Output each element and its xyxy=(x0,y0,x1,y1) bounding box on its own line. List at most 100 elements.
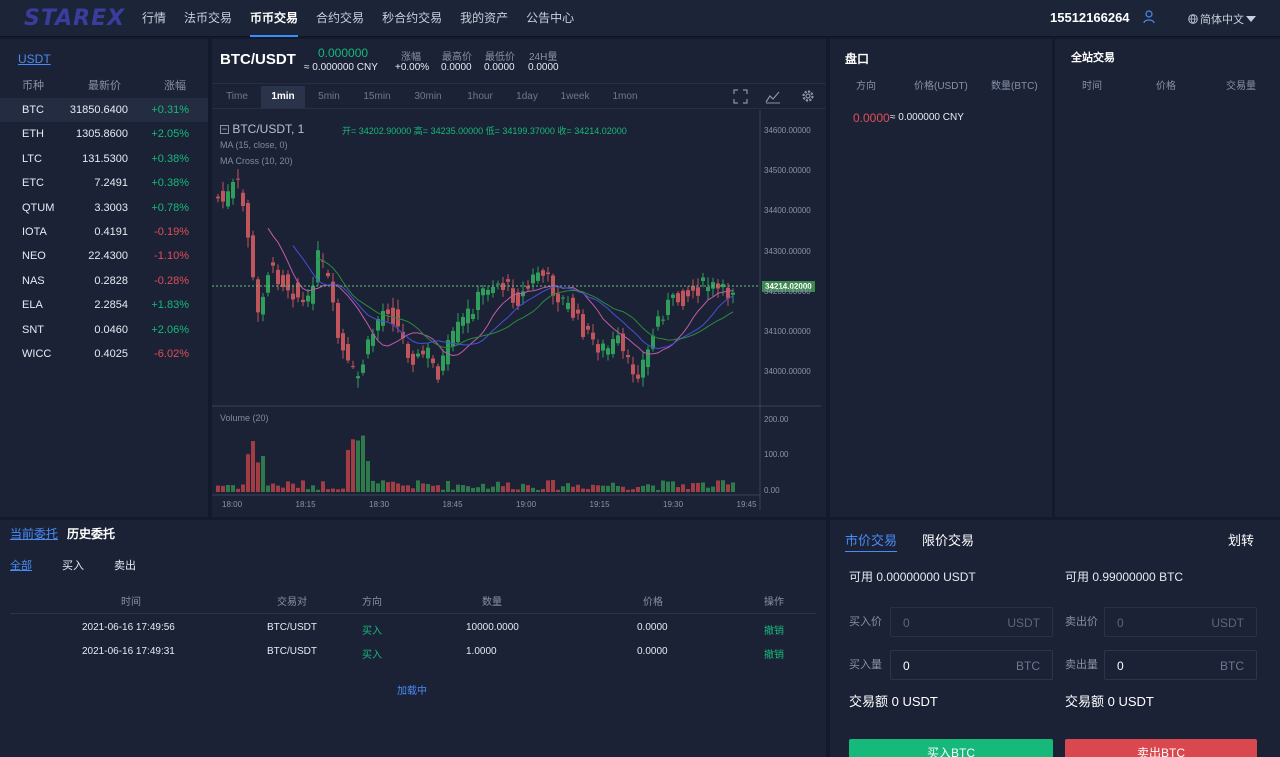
candle-body xyxy=(631,364,635,375)
volume-bar xyxy=(411,488,415,492)
candle-body xyxy=(726,287,730,299)
candle-body xyxy=(671,294,675,298)
candle-body xyxy=(556,293,560,303)
volume-bar xyxy=(431,485,435,492)
filter-all[interactable]: 全部 xyxy=(10,557,32,573)
tf-5min[interactable]: 5min xyxy=(312,86,346,108)
tab-market-order[interactable]: 市价交易 xyxy=(845,530,898,552)
buy-button[interactable]: 买入BTC xyxy=(849,739,1053,757)
market-change: +1.83% xyxy=(151,299,189,312)
main-nav: 行情 法币交易 币币交易 合约交易 秒合约交易 我的资产 公告中心 xyxy=(142,0,592,37)
tab-current-orders[interactable]: 当前委托 xyxy=(10,525,58,542)
nav-market[interactable]: 行情 xyxy=(142,0,166,37)
market-row[interactable]: BTC 31850.6400 +0.31% xyxy=(0,98,208,122)
fullscreen-icon[interactable] xyxy=(733,89,748,104)
volume-bar xyxy=(316,489,320,492)
market-row[interactable]: LTC 131.5300 +0.38% xyxy=(0,147,208,171)
nav-spot-trade[interactable]: 币币交易 xyxy=(250,0,299,37)
volume-bar xyxy=(351,439,355,492)
sell-available: 可用 0.99000000 BTC xyxy=(1065,570,1184,584)
nav-announcements[interactable]: 公告中心 xyxy=(526,0,574,37)
tf-1day[interactable]: 1day xyxy=(511,86,543,108)
price-axis-tick: 34500.00000 xyxy=(764,166,811,176)
order-side: 买入 xyxy=(362,650,382,661)
market-row[interactable]: ELA 2.2854 +1.83% xyxy=(0,293,208,317)
volume-bar xyxy=(721,480,725,492)
caret-down-icon xyxy=(1246,16,1256,22)
user-icon[interactable] xyxy=(1143,10,1155,24)
market-tab-usdt[interactable]: USDT xyxy=(18,52,51,66)
volume-bar xyxy=(631,489,635,492)
nav-contract-trade[interactable]: 合约交易 xyxy=(316,0,364,37)
volume-bar xyxy=(286,481,290,492)
sell-price-input[interactable]: 0 USDT xyxy=(1104,607,1257,637)
market-row[interactable]: ETH 1305.8600 +2.05% xyxy=(0,122,208,146)
tf-30min[interactable]: 30min xyxy=(409,86,447,108)
order-qty: 1.0000 xyxy=(466,646,497,657)
language-selector[interactable]: 简体中文 xyxy=(1188,11,1256,27)
market-row[interactable]: NEO 22.4300 -1.10% xyxy=(0,244,208,268)
settings-gear-icon[interactable] xyxy=(800,88,816,104)
candle-body xyxy=(656,316,660,327)
order-action[interactable]: 撤销 xyxy=(764,646,784,661)
sell-button[interactable]: 卖出BTC xyxy=(1065,739,1257,757)
nav-my-assets[interactable]: 我的资产 xyxy=(460,0,508,37)
candle-body xyxy=(361,364,365,373)
filter-buy[interactable]: 买入 xyxy=(62,557,84,573)
market-row[interactable]: SNT 0.0460 +2.06% xyxy=(0,318,208,342)
market-row[interactable]: QTUM 3.3003 +0.78% xyxy=(0,196,208,220)
price-axis-tick: 34600.00000 xyxy=(764,126,811,135)
ticker-low: 0.0000 xyxy=(484,62,515,73)
market-row[interactable]: NAS 0.2828 -0.28% xyxy=(0,269,208,293)
candle-body xyxy=(506,279,510,282)
tf-1week[interactable]: 1week xyxy=(555,86,595,108)
indicator-icon[interactable] xyxy=(765,89,781,104)
orders-col-pair: 交易对 xyxy=(277,597,307,608)
tab-order-history[interactable]: 历史委托 xyxy=(67,525,115,542)
filter-sell[interactable]: 卖出 xyxy=(114,557,136,573)
nav-second-contract[interactable]: 秒合约交易 xyxy=(382,0,442,37)
candle-body xyxy=(326,272,330,277)
user-phone[interactable]: 15512166264 xyxy=(1050,10,1130,25)
volume-bar xyxy=(676,487,680,492)
orderbook-last-cny: ≈ 0.000000 CNY xyxy=(890,112,964,123)
buy-price-unit: USDT xyxy=(1007,616,1040,630)
candle-body xyxy=(496,283,500,285)
candle-body xyxy=(691,285,695,291)
order-action[interactable]: 撤销 xyxy=(764,622,784,637)
buy-qty-input[interactable]: 0 BTC xyxy=(890,650,1053,680)
candle-body xyxy=(216,196,220,199)
ticker-pair: BTC/USDT xyxy=(220,51,296,68)
volume-bar xyxy=(416,480,420,492)
buy-price-input[interactable]: 0 USDT xyxy=(890,607,1053,637)
nav-fiat-trade[interactable]: 法币交易 xyxy=(184,0,232,37)
sell-qty-input[interactable]: 0 BTC xyxy=(1104,650,1257,680)
transfer-button[interactable]: 划转 xyxy=(1228,530,1254,549)
tf-15min[interactable]: 15min xyxy=(358,86,396,108)
language-label: 简体中文 xyxy=(1200,14,1244,26)
tf-1min[interactable]: 1min xyxy=(261,86,305,108)
buy-available: 可用 0.00000000 USDT xyxy=(849,570,976,584)
market-change: -0.19% xyxy=(154,226,189,238)
tf-time[interactable]: Time xyxy=(220,86,254,108)
order-pair: BTC/USDT xyxy=(267,646,317,657)
volume-bar xyxy=(396,483,400,492)
market-row[interactable]: WICC 0.4025 -6.02% xyxy=(0,342,208,366)
market-row[interactable]: ETC 7.2491 +0.38% xyxy=(0,171,208,195)
volume-bar xyxy=(356,440,360,492)
tf-1mon[interactable]: 1mon xyxy=(608,86,642,108)
volume-bar xyxy=(531,487,535,492)
tab-limit-order[interactable]: 限价交易 xyxy=(922,530,974,549)
candle-body xyxy=(481,288,485,296)
tf-1hour[interactable]: 1hour xyxy=(461,86,499,108)
volume-bar xyxy=(731,482,735,492)
volume-bar xyxy=(466,486,470,492)
candlestick-chart[interactable] xyxy=(212,110,826,510)
order-pair: BTC/USDT xyxy=(267,622,317,633)
market-row[interactable]: IOTA 0.4191 -0.19% xyxy=(0,220,208,244)
brand-logo[interactable]: STAREX xyxy=(24,6,125,31)
market-coin: LTC xyxy=(22,152,42,165)
candle-body xyxy=(476,291,480,311)
order-price: 0.0000 xyxy=(637,622,668,633)
candle-body xyxy=(381,310,385,326)
